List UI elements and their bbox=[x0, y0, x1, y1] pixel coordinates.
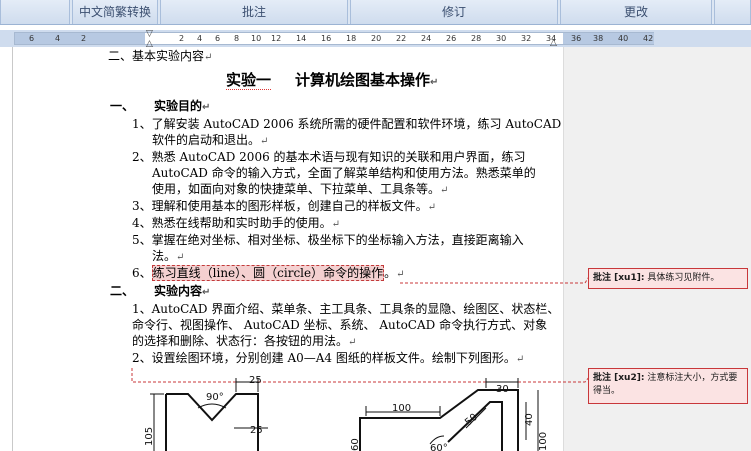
comment-2-tag: 批注 [xu2]: bbox=[593, 373, 645, 383]
dim-30: 30 bbox=[496, 384, 509, 395]
comment-1-text: 具体练习见附件。 bbox=[647, 273, 720, 283]
dim-25a: 25 bbox=[249, 375, 262, 386]
dim-105: 105 bbox=[144, 427, 155, 446]
dim-25b: 25 bbox=[250, 425, 263, 436]
dim-90: 90° bbox=[206, 392, 224, 403]
comment-1-tag: 批注 [xu1]: bbox=[593, 273, 645, 283]
dim-100-vertical: 100 bbox=[538, 432, 549, 451]
v-notch-figure bbox=[150, 378, 268, 451]
dim-100: 100 bbox=[392, 403, 411, 414]
cad-drawings: 25 90° 25 105 100 30 50 40 60 60° 100 bbox=[144, 375, 549, 451]
comment-balloon-1[interactable]: 批注 [xu1]: 具体练习见附件。 bbox=[588, 268, 748, 289]
dim-60-angle: 60° bbox=[430, 443, 448, 451]
comment-balloon-2[interactable]: 批注 [xu2]: 注意标注大小，方式要得当。 bbox=[588, 368, 748, 404]
dim-60-left: 60 bbox=[350, 438, 361, 451]
dim-40: 40 bbox=[524, 413, 535, 426]
stepped-figure bbox=[359, 378, 539, 451]
